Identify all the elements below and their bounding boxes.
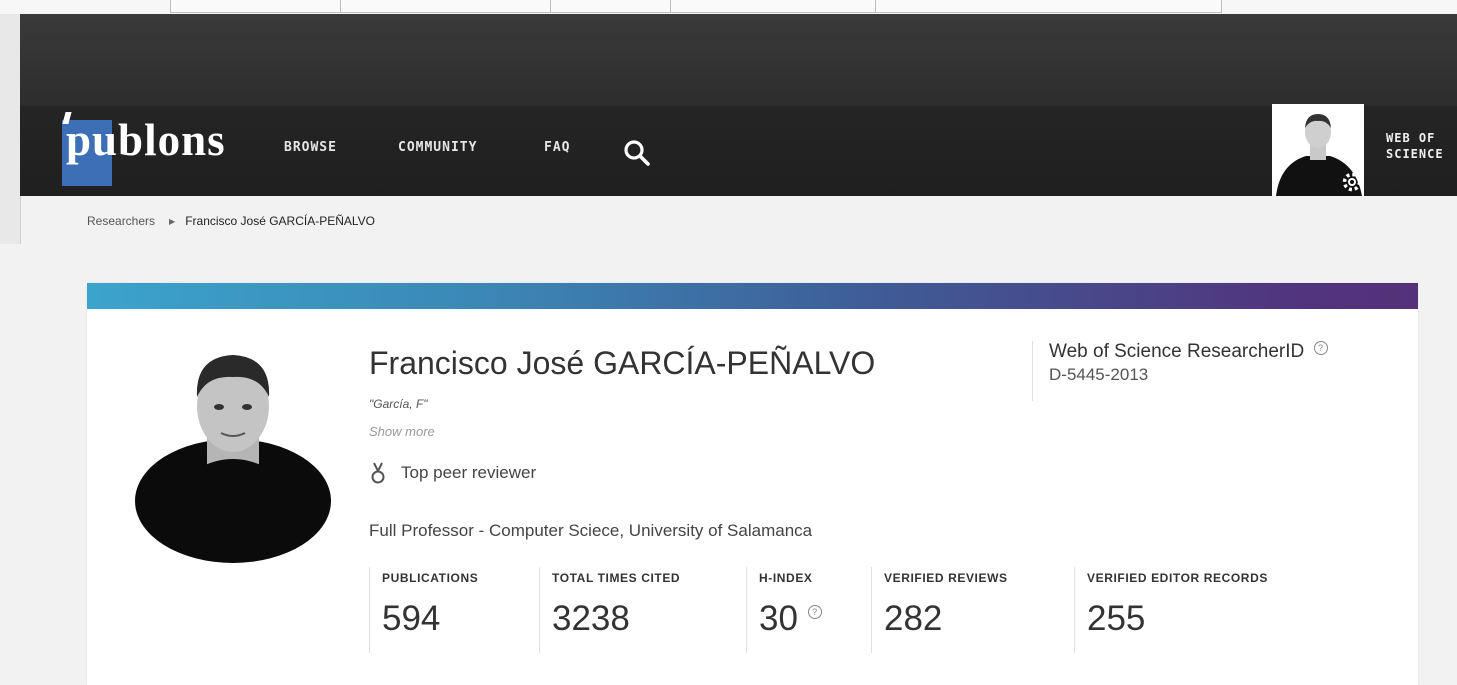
- web-of-science-link[interactable]: WEB OF SCIENCE: [1386, 130, 1457, 162]
- stat-value: 30: [759, 599, 798, 638]
- breadcrumb-current: Francisco José GARCÍA-PEÑALVO: [185, 214, 376, 228]
- researcher-id-value: D-5445-2013: [1049, 365, 1149, 384]
- stat-total-times-cited[interactable]: TOTAL TIMES CITED 3238: [539, 567, 747, 653]
- wos-line-2: SCIENCE: [1386, 147, 1444, 161]
- scrap: [550, 0, 672, 13]
- breadcrumb-researchers[interactable]: Researchers: [87, 214, 155, 228]
- stat-verified-reviews[interactable]: VERIFIED REVIEWS 282: [871, 567, 1075, 653]
- stat-label: H-INDEX: [759, 571, 813, 585]
- researcher-position: Full Professor - Computer Sciece, Univer…: [369, 521, 813, 540]
- stat-label: VERIFIED EDITOR RECORDS: [1087, 571, 1268, 585]
- top-nav-bar: [20, 14, 1457, 196]
- nav-browse[interactable]: BROWSE: [284, 140, 337, 155]
- profile-card: Francisco José GARCÍA-PEÑALVO "García, F…: [87, 283, 1418, 685]
- researcher-id-label-row: Web of Science ResearcherID ?: [1049, 341, 1328, 363]
- stat-value: 594: [382, 599, 441, 638]
- stat-publications[interactable]: PUBLICATIONS 594: [369, 567, 540, 653]
- stat-label: VERIFIED REVIEWS: [884, 571, 1008, 585]
- stat-value: 282: [884, 599, 943, 638]
- page-edge: [0, 14, 21, 244]
- stat-label: PUBLICATIONS: [382, 571, 479, 585]
- nav-faq[interactable]: FAQ: [544, 140, 570, 155]
- researcher-id-box: Web of Science ResearcherID ? D-5445-201…: [1032, 341, 1328, 401]
- publons-logo[interactable]: publons: [62, 98, 232, 186]
- stat-value: 255: [1087, 599, 1146, 638]
- medal-icon: [371, 462, 385, 484]
- scrap: [875, 0, 1222, 13]
- stat-value: 3238: [552, 599, 630, 638]
- gear-icon[interactable]: [1342, 172, 1362, 192]
- stat-value-wrap: 30 ?: [759, 599, 822, 639]
- nav-community[interactable]: COMMUNITY: [398, 140, 477, 155]
- question-circle-icon[interactable]: ?: [1313, 341, 1328, 355]
- question-circle-icon[interactable]: ?: [807, 605, 822, 619]
- researcher-alias: "García, F": [369, 397, 428, 411]
- breadcrumb: Researchers ▶ Francisco José GARCÍA-PEÑALV…: [87, 214, 375, 228]
- background-scraps: [0, 0, 1457, 14]
- scrap: [670, 0, 877, 13]
- caret-right-icon: ▶: [169, 217, 176, 226]
- scrap: [170, 0, 342, 13]
- stat-verified-editor-records[interactable]: VERIFIED EDITOR RECORDS 255: [1074, 567, 1335, 653]
- show-more-link[interactable]: Show more: [369, 424, 435, 439]
- profile-banner: [87, 283, 1418, 309]
- researcher-id-label: Web of Science ResearcherID: [1049, 341, 1305, 362]
- stat-label: TOTAL TIMES CITED: [552, 571, 681, 585]
- logo-text: publons: [66, 115, 226, 165]
- researcher-name: Francisco José GARCÍA-PEÑALVO: [369, 345, 876, 381]
- header-band: [20, 14, 1457, 106]
- user-avatar[interactable]: [1272, 104, 1364, 196]
- wos-line-1: WEB OF: [1386, 131, 1436, 145]
- profile-photo: [135, 355, 331, 563]
- search-icon[interactable]: [622, 138, 652, 168]
- top-reviewer-badge: Top peer reviewer: [401, 463, 537, 482]
- stat-h-index[interactable]: H-INDEX 30 ?: [746, 567, 872, 653]
- scrap: [340, 0, 552, 13]
